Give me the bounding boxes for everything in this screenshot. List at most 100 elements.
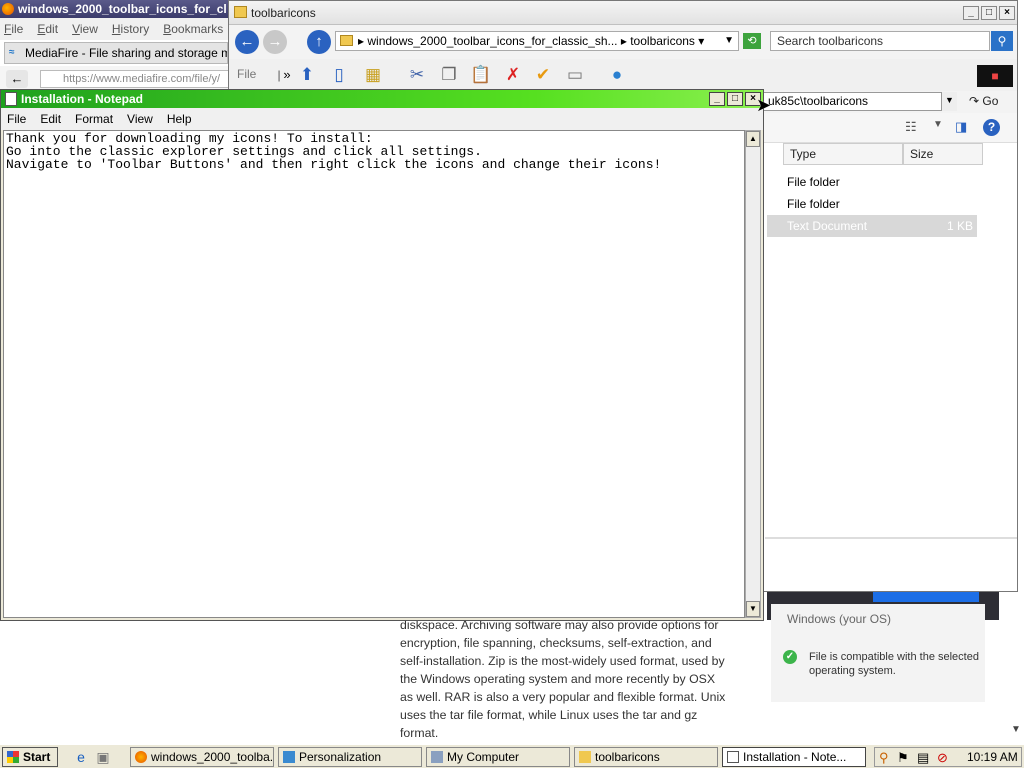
file-size: 1 KB <box>946 219 973 233</box>
notepad-menu-help[interactable]: Help <box>167 112 192 126</box>
view-options-icon[interactable]: ☷ <box>905 119 917 135</box>
up-arrow-icon[interactable]: ↑ <box>307 30 331 54</box>
control-panel-icon <box>283 751 295 763</box>
file-type: File folder <box>787 197 840 211</box>
browser-menu-bookmarks[interactable]: Bookmarks <box>163 22 223 36</box>
minimize-button[interactable]: _ <box>709 92 725 106</box>
search-input[interactable]: Search toolbaricons <box>770 31 990 51</box>
delete-icon[interactable]: ✗ <box>501 63 525 87</box>
folders-pane-icon[interactable]: ▯ <box>327 63 351 87</box>
maximize-button[interactable]: □ <box>727 92 743 106</box>
browser-tab-title: MediaFire - File sharing and storage mad… <box>25 46 227 60</box>
desktop-icon[interactable]: ▣ <box>94 748 112 766</box>
back-arrow-icon[interactable]: ← <box>235 30 259 54</box>
notepad-title: Installation - Notepad <box>21 92 144 106</box>
browser-menu-edit[interactable]: Edit <box>37 22 58 36</box>
browser-url-bar[interactable]: https://www.mediafire.com/file/y/ <box>40 70 240 88</box>
notepad-menu-format[interactable]: Format <box>75 112 113 126</box>
notepad-menu-edit[interactable]: Edit <box>40 112 61 126</box>
task-browser[interactable]: windows_2000_toolba... <box>130 747 274 767</box>
browser-menu-history[interactable]: History <box>112 22 149 36</box>
folder-icon <box>579 751 591 763</box>
taskbar: Start e ▣ windows_2000_toolba... Persona… <box>0 744 1024 768</box>
network-icon[interactable]: ▤ <box>917 750 929 766</box>
start-button[interactable]: Start <box>2 747 58 767</box>
notepad-menu-bar: File Edit Format View Help <box>1 108 763 130</box>
chevron-down-icon[interactable]: ▼ <box>933 119 943 130</box>
scroll-up-icon[interactable]: ▲ <box>746 131 760 147</box>
breadcrumb-item-current[interactable]: toolbaricons <box>630 34 695 48</box>
browser-back-button[interactable]: ← <box>6 70 28 88</box>
task-personalization[interactable]: Personalization <box>278 747 422 767</box>
copy-icon[interactable]: ❐ <box>437 63 461 87</box>
task-my-computer[interactable]: My Computer <box>426 747 570 767</box>
table-row[interactable]: File folder <box>767 171 977 193</box>
go-button[interactable]: ↷ Go <box>969 94 998 108</box>
check-icon[interactable]: ✔ <box>531 63 555 87</box>
file-menu[interactable]: File <box>237 67 256 81</box>
browser-menu-view[interactable]: View <box>72 22 98 36</box>
column-header-size[interactable]: Size <box>903 143 983 165</box>
help-icon[interactable]: ? <box>983 119 1000 136</box>
explorer-title: toolbaricons <box>251 6 316 20</box>
browser-title-bar[interactable]: windows_2000_toolbar_icons_for_cl <box>0 0 240 18</box>
table-row-selected[interactable]: Text Document 1 KB <box>767 215 977 237</box>
table-row[interactable]: File folder <box>767 193 977 215</box>
notepad-scrollbar[interactable]: ▲ ▼ <box>745 130 761 618</box>
notepad-title-bar[interactable]: Installation - Notepad _ □ × <box>1 90 763 108</box>
views-icon[interactable]: ▦ <box>361 63 385 87</box>
firefox-icon <box>2 3 14 15</box>
system-tray: ⚲ ⚑ ▤ ⊘ 10:19 AM <box>874 747 1022 767</box>
task-label: Installation - Note... <box>743 750 847 764</box>
breadcrumb-caret: ▾ <box>698 34 705 48</box>
browser-tab[interactable]: ≈ MediaFire - File sharing and storage m… <box>4 42 228 64</box>
clock[interactable]: 10:19 AM <box>967 750 1018 764</box>
notepad-menu-view[interactable]: View <box>127 112 153 126</box>
notepad-icon <box>5 92 17 106</box>
explorer-title-bar[interactable]: toolbaricons _ □ × <box>229 1 1017 25</box>
scroll-down-icon[interactable]: ▼ <box>746 601 760 617</box>
task-label: Personalization <box>299 750 382 764</box>
close-button[interactable]: × <box>999 6 1015 20</box>
task-toolbaricons[interactable]: toolbaricons <box>574 747 718 767</box>
search-icon[interactable]: ⚲ <box>879 750 889 766</box>
address-field[interactable]: uk85c\toolbaricons <box>763 92 957 111</box>
flag-icon[interactable]: ⚑ <box>897 750 909 766</box>
chevron-down-icon[interactable]: ▼ <box>724 32 734 50</box>
task-notepad[interactable]: Installation - Note... <box>722 747 866 767</box>
file-type: File folder <box>787 175 840 189</box>
breadcrumb-item-parent[interactable]: ▸ windows_2000_toolbar_icons_for_classic… <box>358 34 630 48</box>
forward-arrow-icon[interactable]: → <box>263 30 287 54</box>
browser-scrollbar[interactable]: ▼ <box>1008 590 1024 740</box>
notepad-text-area[interactable]: Thank you for downloading my icons! To i… <box>3 130 745 618</box>
minimize-button[interactable]: _ <box>963 6 979 20</box>
page-body-text: diskspace. Archiving software may also p… <box>400 618 726 740</box>
maximize-button[interactable]: □ <box>981 6 997 20</box>
ie-icon[interactable]: e <box>72 748 90 766</box>
browser-menu-file[interactable]: File <box>4 22 23 36</box>
refresh-icon[interactable]: ⟲ <box>743 33 761 49</box>
volume-muted-icon[interactable]: ⊘ <box>937 750 948 766</box>
os-select[interactable]: Windows (your OS) <box>787 612 973 626</box>
preview-pane-icon[interactable]: ◨ <box>955 119 967 135</box>
cut-icon[interactable]: ✂ <box>405 63 429 87</box>
properties-icon[interactable]: ▭ <box>563 63 587 87</box>
globe-icon[interactable]: ● <box>605 63 629 87</box>
paste-icon[interactable]: 📋 <box>469 63 493 87</box>
browser-menu-bar: File Edit View History Bookmarks <box>0 18 240 40</box>
task-label: toolbaricons <box>595 750 660 764</box>
address-text: uk85c\toolbaricons <box>768 94 869 108</box>
notepad-window-controls: _ □ × <box>709 92 761 106</box>
file-type: Text Document <box>787 219 868 233</box>
notepad-menu-file[interactable]: File <box>7 112 26 126</box>
scroll-down-icon[interactable]: ▼ <box>1011 724 1021 735</box>
windows-logo-icon: ■ <box>977 65 1013 87</box>
search-icon[interactable]: ⚲ <box>991 31 1013 51</box>
chevron-down-icon[interactable]: ▼ <box>941 92 957 111</box>
up-folder-icon[interactable]: ⬆ <box>295 63 319 87</box>
breadcrumb[interactable]: ▸ windows_2000_toolbar_icons_for_classic… <box>335 31 739 51</box>
column-header-type[interactable]: Type <box>783 143 903 165</box>
check-circle-icon: ✓ <box>783 650 797 664</box>
details-pane <box>765 537 1017 589</box>
folder-icon <box>234 6 247 18</box>
